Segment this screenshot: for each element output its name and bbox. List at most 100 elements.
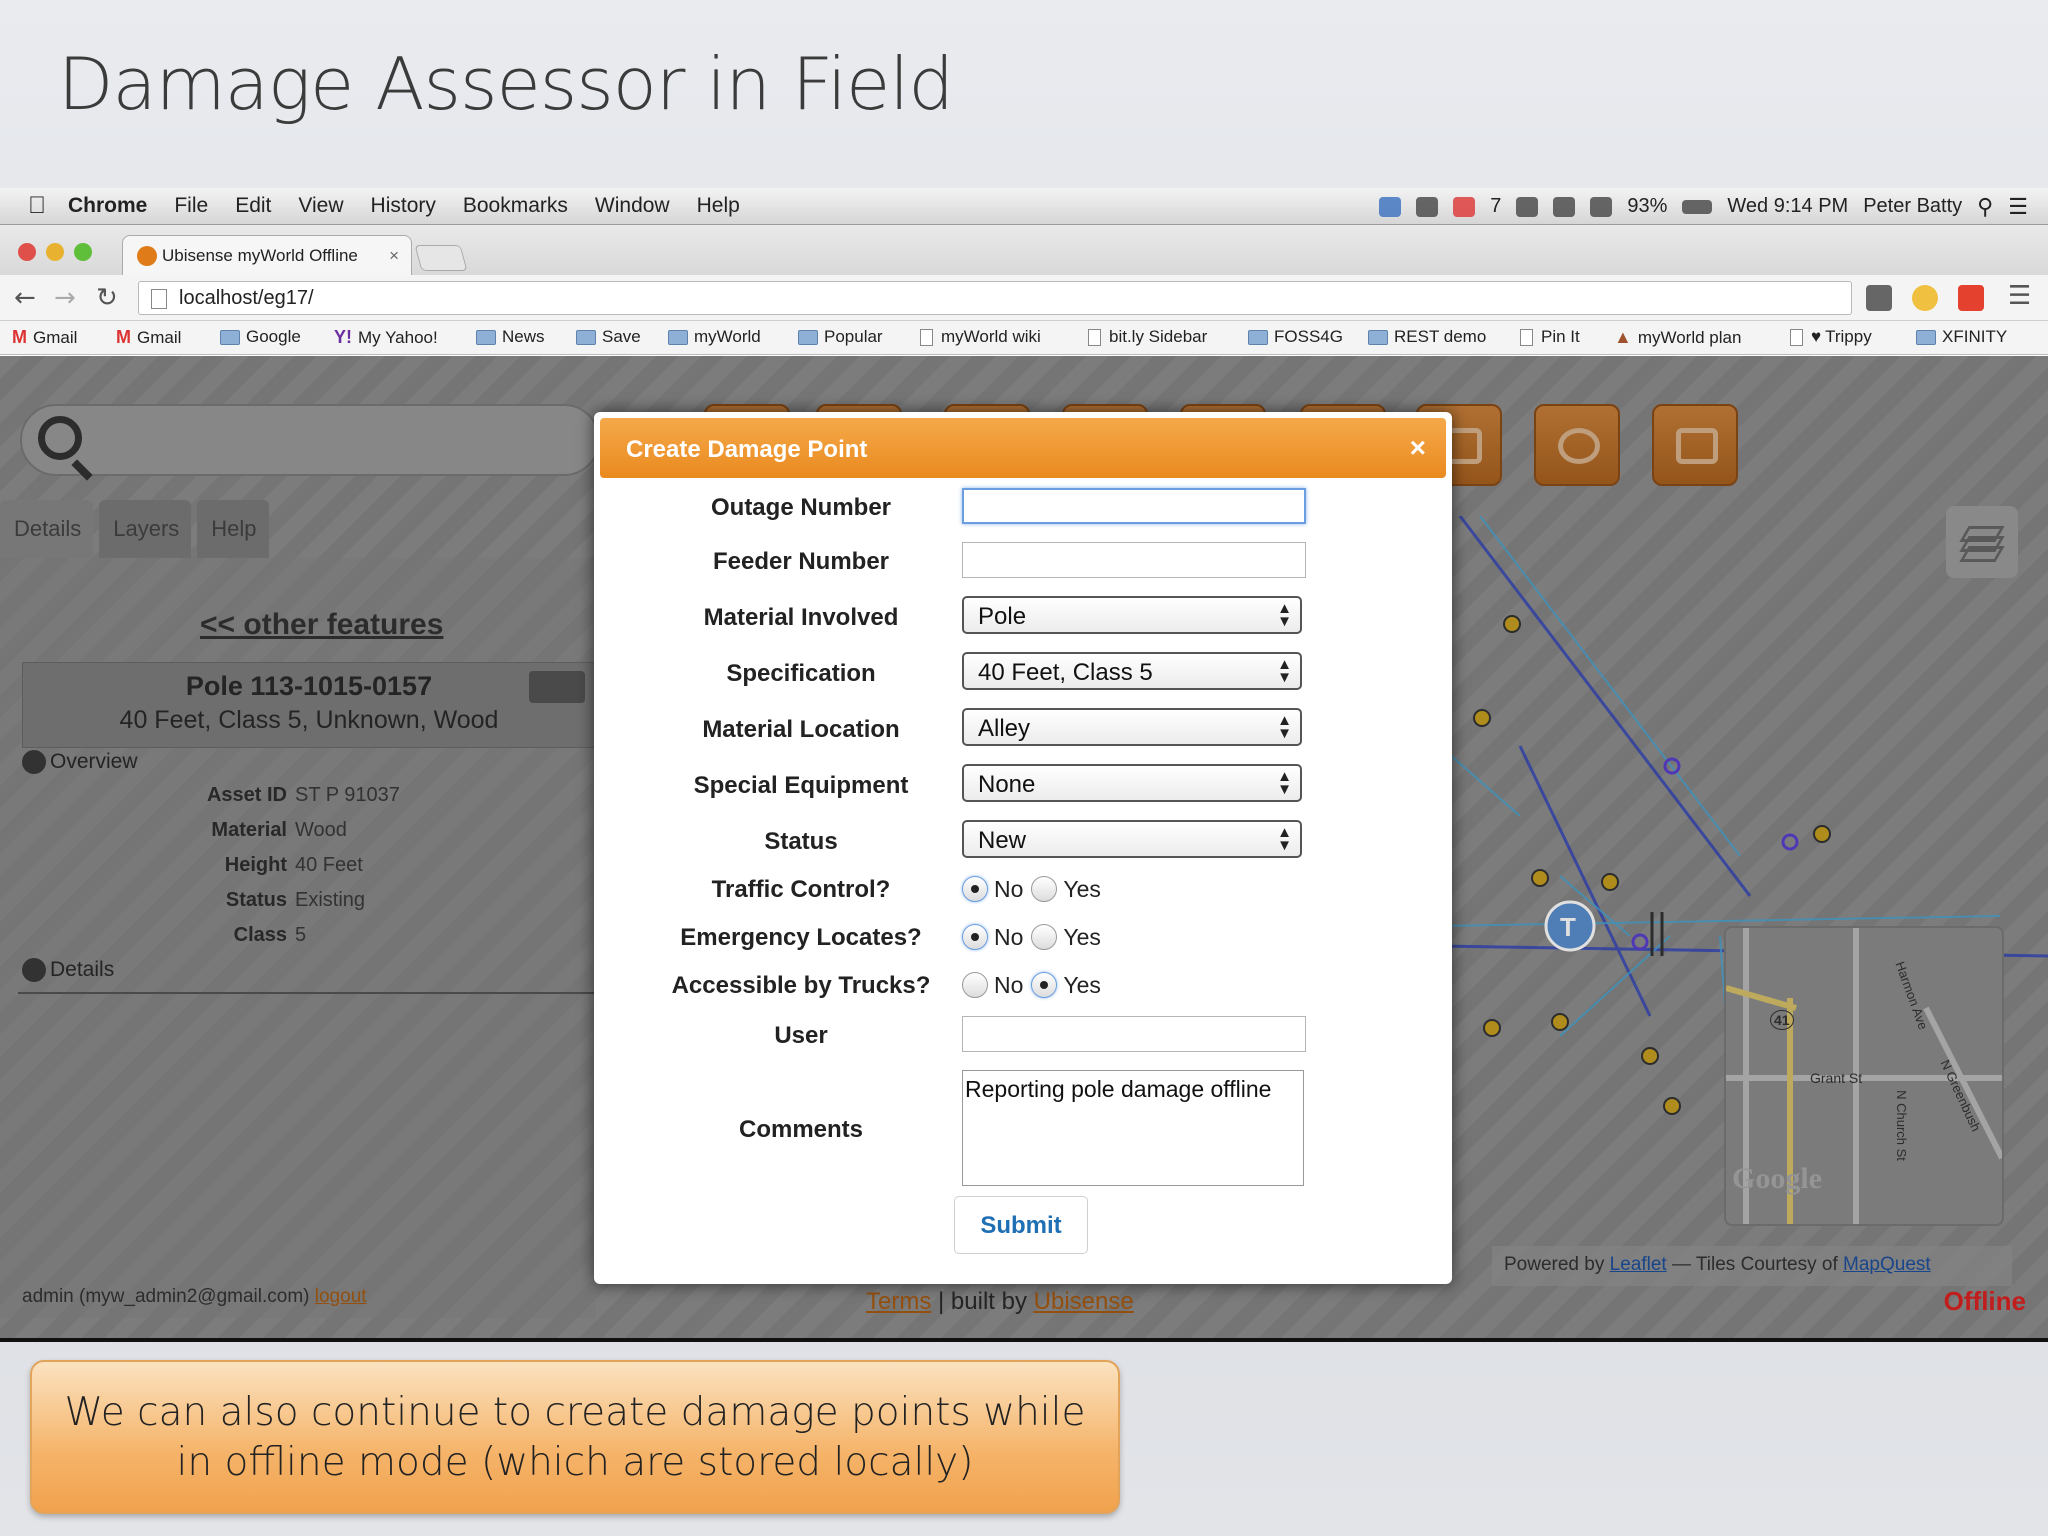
- notification-center-icon[interactable]: ☰: [2008, 194, 2028, 220]
- menu-history[interactable]: History: [371, 194, 436, 218]
- dropbox-icon[interactable]: [1379, 196, 1402, 217]
- reload-icon[interactable]: ↻: [96, 283, 118, 313]
- bookmark-save[interactable]: Save: [576, 327, 641, 347]
- menu-help[interactable]: Help: [697, 194, 740, 218]
- bookmark-trippy[interactable]: ♥ Trippy: [1790, 327, 1872, 347]
- bookmark-bitly-sidebar[interactable]: bit.ly Sidebar: [1088, 327, 1207, 347]
- emergency-locates-no-radio[interactable]: [962, 924, 988, 950]
- clock[interactable]: Wed 9:14 PM: [1727, 195, 1848, 218]
- printer-icon: [1676, 428, 1718, 464]
- print-button[interactable]: [1652, 404, 1738, 486]
- special-equipment-select[interactable]: None ▲ ▼: [962, 764, 1302, 802]
- mapquest-link[interactable]: MapQuest: [1843, 1254, 1931, 1275]
- search-box[interactable]: [20, 404, 600, 476]
- back-icon[interactable]: ←: [14, 283, 36, 313]
- bookmark-gmail-2[interactable]: M Gmail: [116, 327, 181, 348]
- gmail-icon[interactable]: [1453, 196, 1476, 217]
- logout-link[interactable]: logout: [315, 1286, 367, 1307]
- user-name[interactable]: Peter Batty: [1863, 195, 1962, 218]
- tab-layers[interactable]: Layers: [99, 500, 192, 558]
- bookmark-foss4g[interactable]: FOSS4G: [1248, 327, 1343, 347]
- bookmark-popular[interactable]: Popular: [798, 327, 883, 347]
- new-tab-button[interactable]: [414, 245, 468, 271]
- leaflet-link[interactable]: Leaflet: [1610, 1254, 1667, 1275]
- menu-window[interactable]: Window: [595, 194, 670, 218]
- caption-text: We can also continue to create damage po…: [64, 1390, 1086, 1485]
- drive-icon[interactable]: [1416, 196, 1439, 217]
- camera-button[interactable]: [1534, 404, 1620, 486]
- ubisense-link[interactable]: Ubisense: [1034, 1288, 1134, 1315]
- extension-icon[interactable]: [1866, 285, 1892, 311]
- material-involved-select[interactable]: Pole ▲ ▼: [962, 596, 1302, 634]
- attribute-row: Material Wood: [211, 819, 347, 841]
- bookmark-pin-it[interactable]: Pin It: [1520, 327, 1580, 347]
- other-features-link[interactable]: << other features: [200, 608, 443, 642]
- zoom-window-button[interactable]: [74, 243, 92, 261]
- folder-icon: [1916, 329, 1936, 345]
- bookmark-my-yahoo[interactable]: Y! My Yahoo!: [334, 327, 438, 348]
- tab-details[interactable]: Details: [0, 500, 94, 558]
- chrome-menu-icon[interactable]: ☰: [2008, 281, 2031, 311]
- feature-subtitle: 40 Feet, Class 5, Unknown, Wood: [119, 706, 499, 734]
- mail-count: 7: [1490, 195, 1502, 217]
- material-location-select[interactable]: Alley ▲ ▼: [962, 708, 1302, 746]
- bookmark-news[interactable]: News: [476, 327, 545, 347]
- emergency-locates-yes-radio[interactable]: [1031, 924, 1058, 950]
- bookmark-myworld-plan[interactable]: ▲ myWorld plan: [1614, 327, 1741, 348]
- close-icon[interactable]: ×: [1410, 432, 1426, 464]
- cat-extension-icon[interactable]: [1912, 285, 1938, 311]
- user-field[interactable]: [962, 1016, 1306, 1052]
- home-icon[interactable]: [1516, 196, 1539, 217]
- bookmark-rest-demo[interactable]: REST demo: [1368, 327, 1486, 347]
- status-label: Status: [764, 828, 838, 855]
- volume-icon[interactable]: [1590, 196, 1613, 217]
- dialog-header: Create Damage Point ×: [600, 418, 1446, 478]
- c-extension-icon[interactable]: [1958, 285, 1984, 311]
- tab-help[interactable]: Help: [197, 500, 269, 558]
- traffic-control-no-radio[interactable]: [962, 876, 988, 902]
- battery-icon[interactable]: [1682, 199, 1713, 214]
- menu-edit[interactable]: Edit: [235, 194, 271, 218]
- folder-icon: [220, 329, 240, 345]
- outage-number-field[interactable]: [962, 488, 1306, 524]
- status-select[interactable]: New ▲ ▼: [962, 820, 1302, 858]
- comments-textarea[interactable]: Reporting pole damage offline: [962, 1070, 1304, 1186]
- bookmark-gmail-1[interactable]: M Gmail: [12, 327, 77, 348]
- bookmark-google[interactable]: Google: [220, 327, 301, 347]
- plan-icon: ▲: [1614, 327, 1632, 347]
- overview-minimap[interactable]: 41 Grant St Harmon Ave N Church St N Gre…: [1724, 926, 2005, 1226]
- menu-bookmarks[interactable]: Bookmarks: [463, 194, 568, 218]
- wifi-icon[interactable]: [1553, 196, 1576, 217]
- close-window-button[interactable]: [18, 243, 36, 261]
- traffic-control-yes-radio[interactable]: [1031, 876, 1058, 902]
- feeder-number-field[interactable]: [962, 542, 1306, 578]
- spotlight-icon[interactable]: ⚲: [1977, 194, 1993, 220]
- apple-icon[interactable]: : [28, 192, 46, 220]
- terms-link[interactable]: Terms: [866, 1288, 931, 1315]
- specification-select[interactable]: 40 Feet, Class 5 ▲ ▼: [962, 652, 1302, 690]
- comments-label: Comments: [738, 1116, 864, 1143]
- map-attribution: Powered by Leaflet — Tiles Courtesy of M…: [1492, 1246, 2012, 1286]
- menu-file[interactable]: File: [174, 194, 208, 218]
- outage-number-label: Outage Number: [710, 494, 892, 521]
- close-tab-icon[interactable]: ×: [389, 246, 399, 266]
- browser-tab[interactable]: Ubisense myWorld Offline ×: [122, 235, 412, 275]
- accessible-by-trucks-yes-radio[interactable]: [1031, 972, 1058, 998]
- bookmark-myworld-wiki[interactable]: myWorld wiki: [920, 327, 1041, 347]
- details-section-toggle[interactable]: Details: [22, 958, 114, 982]
- minimize-window-button[interactable]: [46, 243, 64, 261]
- feature-title: Pole 113-1015-0157: [185, 671, 433, 701]
- overview-section-toggle[interactable]: Overview: [22, 750, 138, 774]
- map-zoom-icon[interactable]: [529, 671, 585, 703]
- menu-app[interactable]: Chrome: [68, 194, 147, 218]
- forward-icon[interactable]: →: [54, 283, 76, 313]
- folder-icon: [576, 329, 596, 345]
- accessible-by-trucks-no-radio[interactable]: [962, 972, 988, 998]
- select-arrows-icon: ▲ ▼: [1277, 656, 1292, 686]
- url-field[interactable]: localhost/eg17/: [138, 281, 1852, 315]
- attribute-row: Status Existing: [225, 889, 366, 911]
- bookmark-xfinity[interactable]: XFINITY: [1916, 327, 2007, 347]
- submit-button[interactable]: Submit: [954, 1196, 1088, 1254]
- menu-view[interactable]: View: [298, 194, 343, 218]
- bookmark-myworld[interactable]: myWorld: [668, 327, 761, 347]
